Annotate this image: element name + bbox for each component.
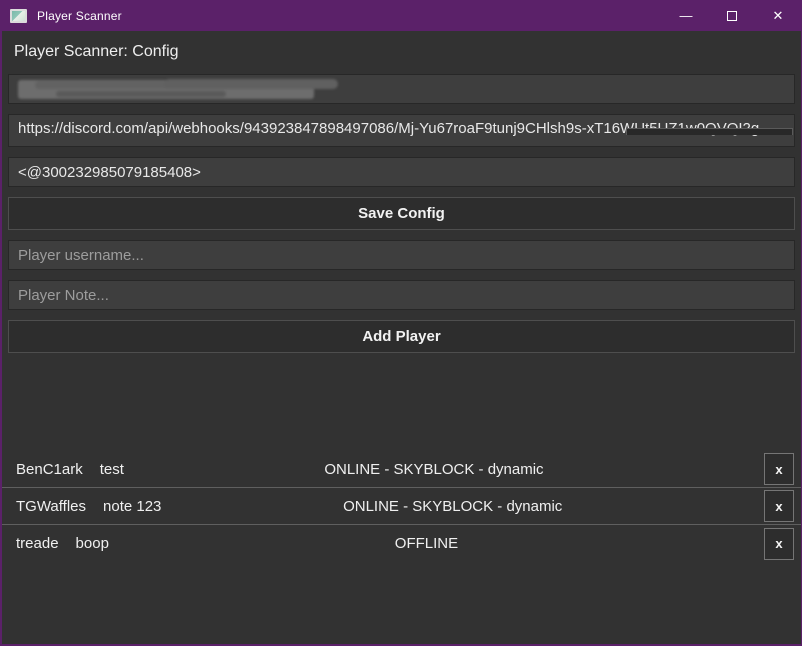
webhook-horizontal-scrollbar-thumb[interactable] (626, 128, 793, 135)
close-icon: ✕ (773, 8, 784, 24)
close-button[interactable]: ✕ (755, 0, 801, 31)
player-note: note 123 (103, 498, 161, 515)
app-icon-image (12, 11, 25, 21)
player-name: treade (16, 535, 59, 552)
player-status: OFFLINE (109, 535, 764, 552)
player-row: BenC1ark test ONLINE - SKYBLOCK - dynami… (2, 451, 801, 488)
save-config-button[interactable]: Save Config (8, 197, 795, 230)
player-name: BenC1ark (16, 461, 83, 478)
player-scanner-window: Player Scanner — ✕ Player Scanner: Confi… (0, 0, 802, 646)
app-icon (10, 9, 27, 23)
player-list: BenC1ark test ONLINE - SKYBLOCK - dynami… (2, 451, 801, 562)
redacted-api-key-value (18, 80, 314, 99)
webhook-url-field-wrap (8, 114, 795, 147)
player-row: TGWaffles note 123 ONLINE - SKYBLOCK - d… (2, 488, 801, 525)
remove-player-button[interactable]: x (764, 453, 794, 485)
maximize-button[interactable] (709, 0, 755, 31)
player-row: treade boop OFFLINE x (2, 525, 801, 562)
api-key-field[interactable] (8, 74, 795, 104)
window-controls: — ✕ (663, 0, 801, 31)
titlebar[interactable]: Player Scanner — ✕ (2, 0, 801, 31)
player-note-input[interactable] (8, 280, 795, 310)
player-name: TGWaffles (16, 498, 86, 515)
player-note: boop (76, 535, 109, 552)
maximize-icon (727, 11, 737, 21)
player-status: ONLINE - SKYBLOCK - dynamic (161, 498, 764, 515)
player-note: test (100, 461, 124, 478)
minimize-button[interactable]: — (663, 0, 709, 31)
minimize-icon: — (680, 8, 693, 23)
remove-player-button[interactable]: x (764, 528, 794, 560)
mention-input[interactable] (8, 157, 795, 187)
window-title: Player Scanner (37, 9, 122, 23)
spacer (8, 363, 795, 451)
main-content: Player Scanner: Config Save Config Add P… (2, 31, 801, 562)
page-title: Player Scanner: Config (8, 31, 795, 74)
player-username-input[interactable] (8, 240, 795, 270)
remove-player-button[interactable]: x (764, 490, 794, 522)
add-player-button[interactable]: Add Player (8, 320, 795, 353)
player-status: ONLINE - SKYBLOCK - dynamic (124, 461, 764, 478)
